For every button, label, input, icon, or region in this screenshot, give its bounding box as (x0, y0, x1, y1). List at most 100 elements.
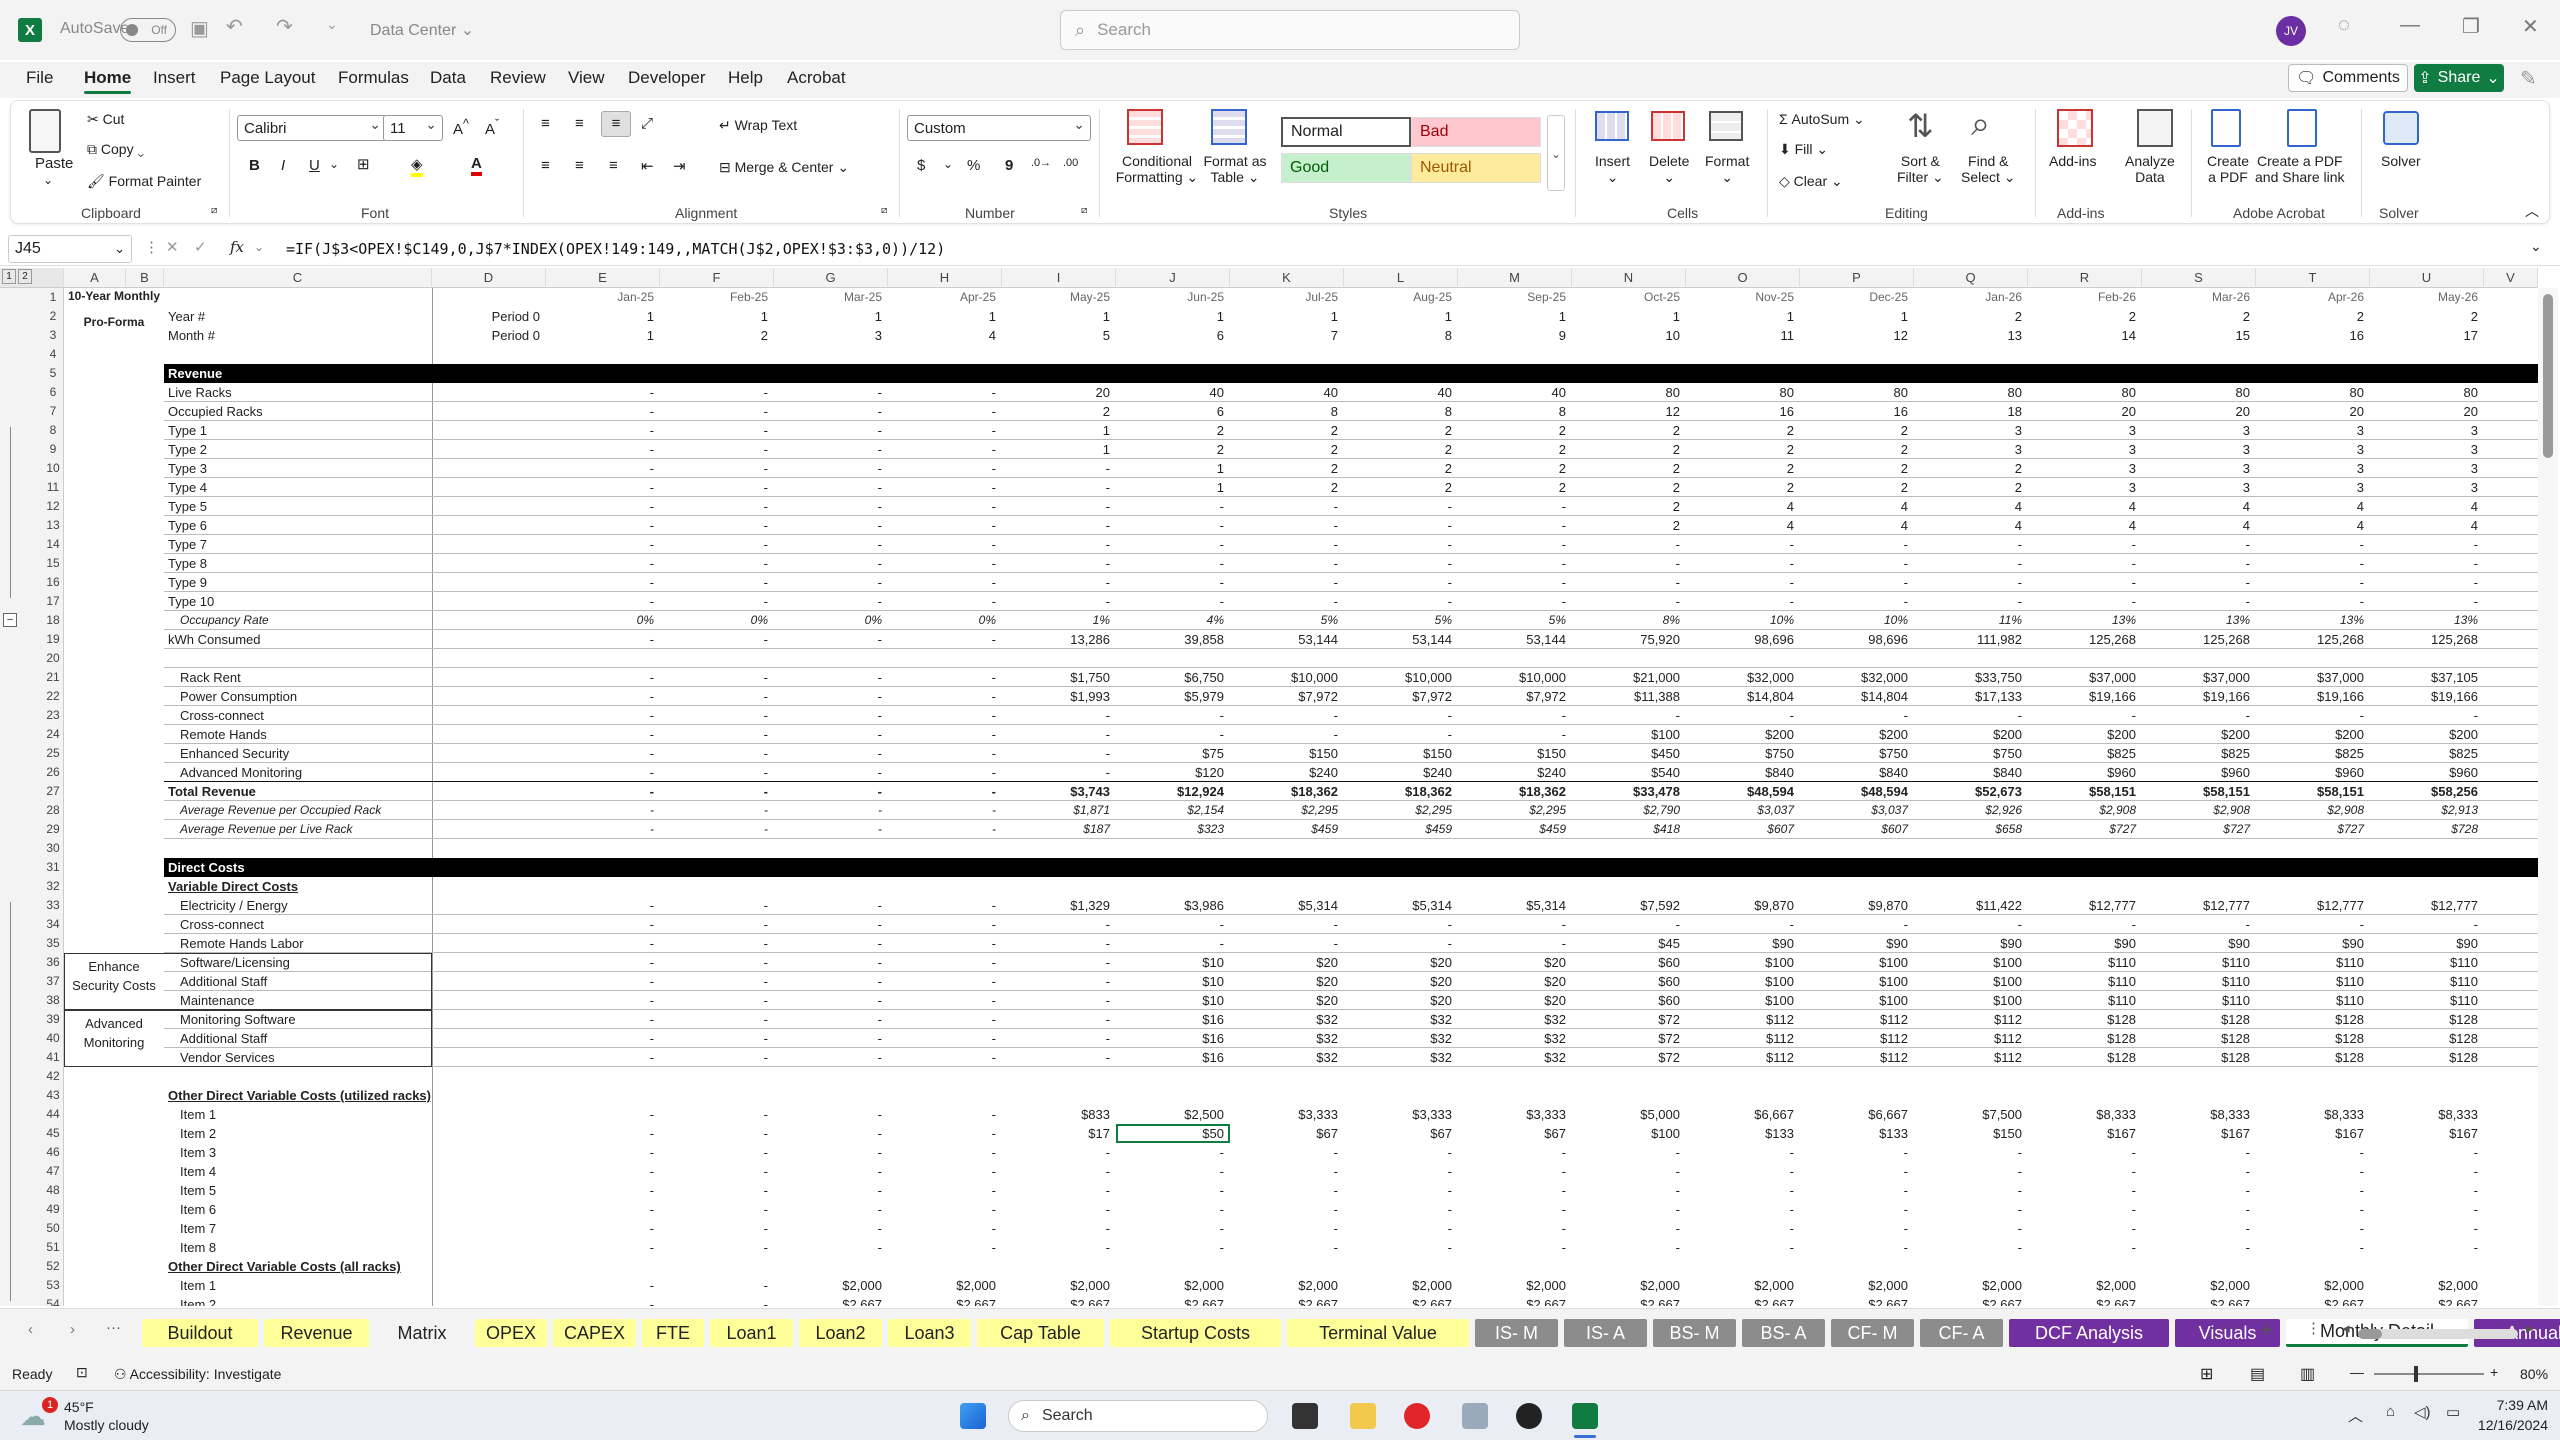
value-cell[interactable]: $128 (2142, 1048, 2250, 1067)
value-cell[interactable]: - (546, 1029, 654, 1048)
row-header[interactable]: 54 (42, 1295, 64, 1306)
column-header[interactable]: O (1686, 268, 1800, 288)
value-cell[interactable]: - (888, 1143, 996, 1162)
opera-icon[interactable] (1404, 1403, 1430, 1429)
row-label[interactable]: Remote Hands Labor (180, 934, 440, 953)
month-value[interactable]: 2 (660, 326, 768, 345)
value-cell[interactable]: - (660, 896, 768, 915)
value-cell[interactable]: 125,268 (2142, 630, 2250, 649)
value-cell[interactable]: $240 (1458, 763, 1566, 782)
value-cell[interactable]: - (888, 972, 996, 991)
value-cell[interactable]: - (774, 440, 882, 459)
autosum-button[interactable]: Σ AutoSum ⌄ (1779, 111, 1865, 128)
value-cell[interactable]: - (1914, 1162, 2022, 1181)
value-cell[interactable]: 20 (2142, 402, 2250, 421)
value-cell[interactable]: $100 (1800, 953, 1908, 972)
value-cell[interactable]: - (1458, 535, 1566, 554)
insert-cells-icon[interactable] (1595, 111, 1629, 141)
row-header[interactable]: 42 (42, 1067, 64, 1086)
page-layout-view-icon[interactable]: ▤ (2250, 1364, 2265, 1384)
format-painter-button[interactable]: 🖌 Format Painter (87, 173, 201, 190)
upwork-icon[interactable] (1516, 1403, 1542, 1429)
column-header[interactable]: M (1458, 268, 1572, 288)
value-cell[interactable]: $200 (2142, 725, 2250, 744)
value-cell[interactable]: $2,295 (1344, 801, 1452, 820)
value-cell[interactable]: - (660, 1200, 768, 1219)
value-cell[interactable]: $67 (1344, 1124, 1452, 1143)
value-cell[interactable]: - (546, 383, 654, 402)
value-cell[interactable]: $2,000 (1458, 1276, 1566, 1295)
row-header[interactable]: 28 (42, 801, 64, 820)
sort-filter-icon[interactable]: ⇅ (1907, 107, 1934, 145)
value-cell[interactable]: - (546, 1124, 654, 1143)
value-cell[interactable]: $2,000 (2256, 1276, 2364, 1295)
value-cell[interactable]: 3 (2142, 421, 2250, 440)
value-cell[interactable]: 3 (2256, 440, 2364, 459)
year-value[interactable]: 1 (1458, 307, 1566, 326)
solver-icon[interactable] (2383, 111, 2419, 145)
value-cell[interactable]: $6,750 (1116, 668, 1224, 687)
value-cell[interactable]: - (774, 1124, 882, 1143)
year-value[interactable]: 1 (1002, 307, 1110, 326)
document-title[interactable]: Data Center ⌄ (370, 20, 474, 40)
value-cell[interactable]: $200 (1914, 725, 2022, 744)
value-cell[interactable]: - (1344, 1219, 1452, 1238)
value-cell[interactable]: - (1002, 763, 1110, 782)
value-cell[interactable]: - (1686, 554, 1794, 573)
value-cell[interactable]: $20 (1230, 972, 1338, 991)
row-label[interactable]: Type 9 (168, 573, 428, 592)
value-cell[interactable]: $20 (1344, 953, 1452, 972)
row-header[interactable]: 49 (42, 1200, 64, 1219)
menu-help[interactable]: Help (728, 68, 763, 88)
value-cell[interactable]: - (546, 820, 654, 839)
value-cell[interactable]: $10 (1116, 953, 1224, 972)
cut-button[interactable]: ✂ Cut (87, 111, 124, 128)
value-cell[interactable]: - (1458, 934, 1566, 953)
row-label[interactable]: Type 4 (168, 478, 428, 497)
paste-icon[interactable] (29, 109, 61, 153)
value-cell[interactable]: 39,858 (1116, 630, 1224, 649)
value-cell[interactable]: - (660, 1219, 768, 1238)
value-cell[interactable]: 2 (1002, 402, 1110, 421)
value-cell[interactable]: - (1116, 1200, 1224, 1219)
style-bad[interactable]: Bad (1411, 117, 1541, 147)
value-cell[interactable]: $3,333 (1458, 1105, 1566, 1124)
value-cell[interactable]: $100 (1686, 991, 1794, 1010)
value-cell[interactable]: $12,777 (2142, 896, 2250, 915)
column-header[interactable]: N (1572, 268, 1686, 288)
value-cell[interactable]: - (546, 535, 654, 554)
value-cell[interactable]: $840 (1686, 763, 1794, 782)
value-cell[interactable]: - (1002, 1029, 1110, 1048)
outline-bracket[interactable] (10, 427, 11, 598)
value-cell[interactable]: - (1572, 535, 1680, 554)
value-cell[interactable]: - (546, 554, 654, 573)
value-cell[interactable]: $67 (1458, 1124, 1566, 1143)
value-cell[interactable]: $20 (1458, 991, 1566, 1010)
value-cell[interactable]: 8 (1230, 402, 1338, 421)
merge-center-button[interactable]: ⊟ Merge & Center ⌄ (719, 159, 849, 176)
value-cell[interactable]: - (660, 383, 768, 402)
value-cell[interactable]: - (660, 402, 768, 421)
value-cell[interactable]: - (2142, 1181, 2250, 1200)
value-cell[interactable]: - (888, 1181, 996, 1200)
clear-button[interactable]: ◇ Clear ⌄ (1779, 173, 1843, 190)
value-cell[interactable]: $32 (1458, 1048, 1566, 1067)
value-cell[interactable]: $112 (1686, 1029, 1794, 1048)
value-cell[interactable]: - (1230, 1219, 1338, 1238)
row-header[interactable]: 29 (42, 820, 64, 839)
value-cell[interactable]: - (774, 535, 882, 554)
value-cell[interactable]: - (546, 706, 654, 725)
value-cell[interactable]: $110 (2142, 991, 2250, 1010)
menu-page-layout[interactable]: Page Layout (220, 68, 315, 88)
value-cell[interactable]: - (1230, 1162, 1338, 1181)
value-cell[interactable]: $1,329 (1002, 896, 1110, 915)
value-cell[interactable]: - (774, 668, 882, 687)
value-cell[interactable]: - (1458, 573, 1566, 592)
value-cell[interactable]: $10,000 (1230, 668, 1338, 687)
value-cell[interactable]: - (1002, 706, 1110, 725)
value-cell[interactable]: - (888, 953, 996, 972)
value-cell[interactable]: - (774, 820, 882, 839)
value-cell[interactable]: - (660, 668, 768, 687)
value-cell[interactable]: - (1800, 915, 1908, 934)
increase-decimal-icon[interactable]: .0→ (1031, 157, 1051, 169)
